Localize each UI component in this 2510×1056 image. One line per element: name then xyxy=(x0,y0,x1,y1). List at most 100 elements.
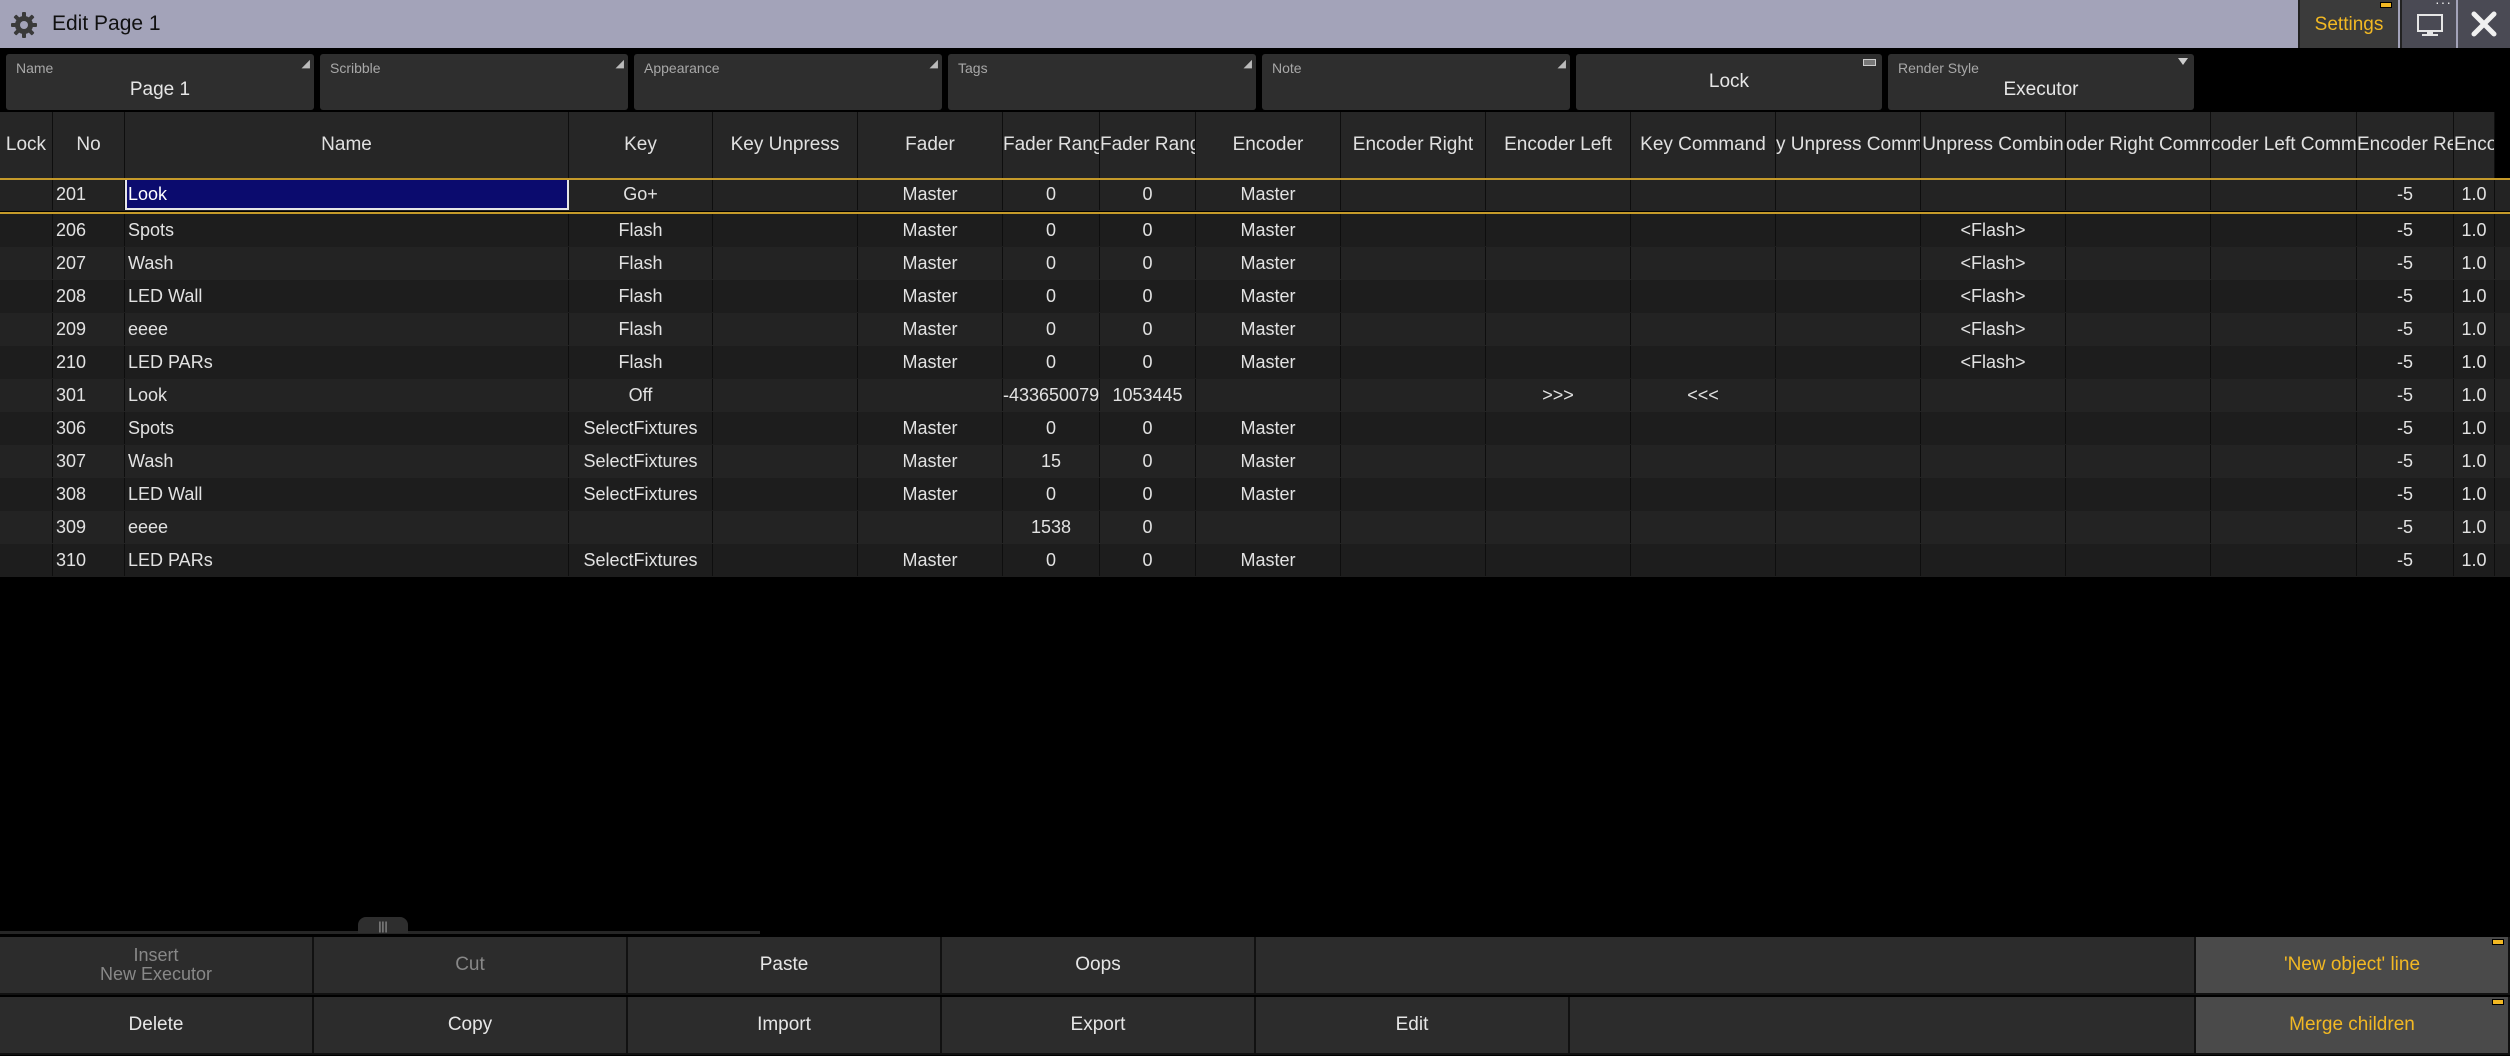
table-cell[interactable]: 1.0 xyxy=(2454,178,2495,210)
column-header[interactable]: Fader Range xyxy=(1100,112,1196,178)
table-cell[interactable]: -5 xyxy=(2357,346,2454,378)
table-cell[interactable]: Master xyxy=(858,445,1003,477)
table-cell[interactable]: Master xyxy=(1196,247,1341,279)
table-cell[interactable] xyxy=(1341,313,1486,345)
table-cell[interactable]: SelectFixtures xyxy=(569,544,713,576)
column-header[interactable]: coder Left Comma xyxy=(2211,112,2357,178)
table-row[interactable]: 201 Look Go+ Master 0 0 Master -5 1.0 xyxy=(0,178,2510,211)
table-cell[interactable] xyxy=(1486,544,1631,576)
table-cell[interactable]: 1.0 xyxy=(2454,280,2495,312)
table-cell[interactable]: Master xyxy=(1196,412,1341,444)
table-cell[interactable]: LED Wall xyxy=(125,280,569,312)
appearance-field[interactable]: Appearance ◢ xyxy=(634,54,942,110)
table-cell[interactable] xyxy=(1486,445,1631,477)
edit-button[interactable]: Edit xyxy=(1256,997,1570,1055)
table-cell[interactable] xyxy=(1631,511,1776,543)
table-cell[interactable]: 0 xyxy=(1100,313,1196,345)
table-cell[interactable]: 0 xyxy=(1003,478,1100,510)
table-cell[interactable] xyxy=(0,544,53,576)
table-cell[interactable]: Off xyxy=(569,379,713,411)
table-cell[interactable] xyxy=(713,445,858,477)
table-cell[interactable] xyxy=(2211,346,2357,378)
table-cell[interactable]: 301 xyxy=(53,379,125,411)
table-cell[interactable]: Master xyxy=(858,412,1003,444)
table-cell[interactable]: 1.0 xyxy=(2454,445,2495,477)
column-header[interactable]: Encoder xyxy=(1196,112,1341,178)
table-cell[interactable]: LED Wall xyxy=(125,478,569,510)
table-cell[interactable]: 0 xyxy=(1003,214,1100,246)
table-cell[interactable] xyxy=(2211,313,2357,345)
table-cell[interactable] xyxy=(1776,379,1921,411)
column-header[interactable]: Unpress Combin xyxy=(1921,112,2066,178)
table-cell[interactable] xyxy=(1776,511,1921,543)
table-cell[interactable] xyxy=(713,313,858,345)
table-cell[interactable] xyxy=(713,346,858,378)
table-cell[interactable]: 1538 xyxy=(1003,511,1100,543)
table-cell[interactable] xyxy=(1486,478,1631,510)
column-header[interactable]: Fader xyxy=(858,112,1003,178)
table-cell[interactable]: 1053445 xyxy=(1100,379,1196,411)
table-cell[interactable]: 0 xyxy=(1100,544,1196,576)
table-cell[interactable] xyxy=(1341,412,1486,444)
resize-handle-icon[interactable]: ||| xyxy=(358,917,408,933)
table-cell[interactable] xyxy=(1196,511,1341,543)
table-cell[interactable]: -5 xyxy=(2357,178,2454,210)
table-cell[interactable] xyxy=(2211,214,2357,246)
table-cell[interactable] xyxy=(2066,247,2211,279)
table-cell[interactable]: 0 xyxy=(1003,544,1100,576)
table-row[interactable]: 208 LED Wall Flash Master 0 0 Master <Flash> -5 1… xyxy=(0,280,2510,313)
table-cell[interactable]: -5 xyxy=(2357,478,2454,510)
table-cell[interactable]: 1.0 xyxy=(2454,379,2495,411)
table-cell[interactable] xyxy=(1776,280,1921,312)
table-cell[interactable]: Master xyxy=(1196,478,1341,510)
table-cell[interactable]: <Flash> xyxy=(1921,214,2066,246)
table-cell[interactable]: -5 xyxy=(2357,445,2454,477)
table-cell[interactable] xyxy=(1631,445,1776,477)
table-cell[interactable] xyxy=(1921,445,2066,477)
table-cell[interactable]: Flash xyxy=(569,214,713,246)
table-cell[interactable]: 0 xyxy=(1100,511,1196,543)
table-cell[interactable]: 0 xyxy=(1100,445,1196,477)
table-cell[interactable]: -5 xyxy=(2357,412,2454,444)
column-header[interactable]: Key Command xyxy=(1631,112,1776,178)
table-cell[interactable] xyxy=(1341,346,1486,378)
table-cell[interactable]: >>> xyxy=(1486,379,1631,411)
column-header[interactable]: Name xyxy=(125,112,569,178)
table-cell[interactable] xyxy=(713,247,858,279)
table-cell[interactable]: -5 xyxy=(2357,214,2454,246)
table-cell[interactable]: 210 xyxy=(53,346,125,378)
merge-children-button[interactable]: Merge children xyxy=(2196,997,2510,1055)
table-cell[interactable]: Master xyxy=(858,247,1003,279)
table-cell[interactable] xyxy=(0,445,53,477)
table-cell[interactable]: <Flash> xyxy=(1921,280,2066,312)
table-cell[interactable] xyxy=(1486,346,1631,378)
table-cell[interactable]: Flash xyxy=(569,313,713,345)
table-cell[interactable]: Master xyxy=(858,346,1003,378)
table-cell[interactable] xyxy=(2066,379,2211,411)
table-cell[interactable] xyxy=(1486,313,1631,345)
table-cell[interactable]: -5 xyxy=(2357,379,2454,411)
table-cell[interactable]: Master xyxy=(1196,445,1341,477)
table-cell[interactable]: 308 xyxy=(53,478,125,510)
table-cell[interactable]: <Flash> xyxy=(1921,247,2066,279)
table-cell[interactable] xyxy=(1921,178,2066,210)
table-cell[interactable]: Master xyxy=(1196,178,1341,210)
export-button[interactable]: Export xyxy=(942,997,1256,1055)
table-cell[interactable]: Look xyxy=(125,379,569,411)
table-cell[interactable] xyxy=(1776,412,1921,444)
table-cell[interactable]: 0 xyxy=(1100,478,1196,510)
table-cell[interactable] xyxy=(1486,214,1631,246)
table-cell[interactable] xyxy=(0,280,53,312)
import-button[interactable]: Import xyxy=(628,997,942,1055)
table-cell[interactable]: 1.0 xyxy=(2454,544,2495,576)
table-cell[interactable]: 0 xyxy=(1003,247,1100,279)
table-cell[interactable] xyxy=(0,214,53,246)
table-row[interactable]: 206 Spots Flash Master 0 0 Master <Flash> -5 1.0 xyxy=(0,214,2510,247)
table-cell[interactable] xyxy=(1486,280,1631,312)
insert-new-executor-button[interactable]: Insert New Executor xyxy=(0,937,314,995)
table-cell[interactable] xyxy=(713,544,858,576)
table-cell[interactable]: 0 xyxy=(1003,346,1100,378)
table-cell[interactable] xyxy=(0,313,53,345)
table-cell[interactable] xyxy=(1776,313,1921,345)
column-header[interactable]: No xyxy=(53,112,125,178)
